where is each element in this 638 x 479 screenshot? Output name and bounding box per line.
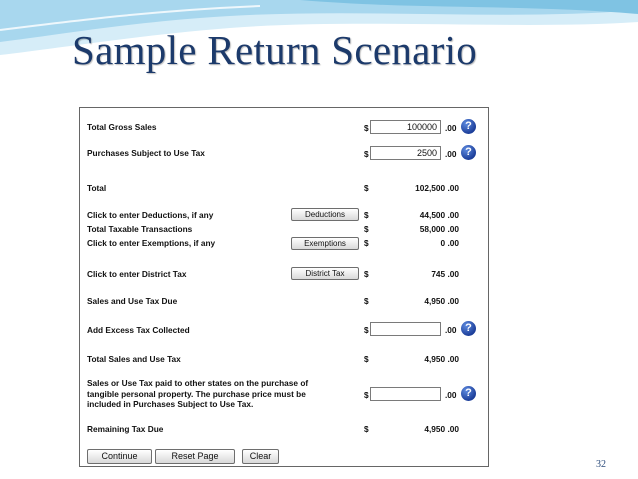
- cents-suffix: .00: [445, 123, 457, 133]
- dollar-sign: $: [364, 123, 369, 133]
- district-tax-amount: 745 .00: [431, 269, 459, 279]
- slide-title: Sample Return Scenario: [72, 27, 478, 73]
- help-icon[interactable]: ?: [461, 119, 476, 134]
- other-states-tax-input[interactable]: [370, 387, 441, 401]
- district-tax-button[interactable]: District Tax: [291, 267, 359, 280]
- sales-use-tax-due-amount: 4,950 .00: [424, 296, 459, 306]
- deductions-button[interactable]: Deductions: [291, 208, 359, 221]
- dollar-sign: $: [364, 183, 369, 193]
- taxable-transactions-label: Total Taxable Transactions: [87, 224, 193, 234]
- dollar-sign: $: [364, 269, 369, 279]
- total-sales-use-tax-amount: 4,950 .00: [424, 354, 459, 364]
- cents-suffix: .00: [445, 390, 457, 400]
- total-sales-use-tax-label: Total Sales and Use Tax: [87, 354, 181, 364]
- remaining-tax-due-amount: 4,950 .00: [424, 424, 459, 434]
- purchases-use-tax-input[interactable]: 2500: [370, 146, 441, 160]
- dollar-sign: $: [364, 424, 369, 434]
- total-label: Total: [87, 183, 107, 193]
- total-amount: 102,500 .00: [415, 183, 459, 193]
- purchases-use-tax-label: Purchases Subject to Use Tax: [87, 148, 205, 158]
- excess-tax-input[interactable]: [370, 322, 441, 336]
- dollar-sign: $: [364, 210, 369, 220]
- dollar-sign: $: [364, 296, 369, 306]
- dollar-sign: $: [364, 149, 369, 159]
- taxable-transactions-amount: 58,000 .00: [419, 224, 459, 234]
- reset-page-button[interactable]: Reset Page: [155, 449, 235, 464]
- remaining-tax-due-label: Remaining Tax Due: [87, 424, 164, 434]
- district-tax-label: Click to enter District Tax: [87, 269, 187, 279]
- excess-tax-label: Add Excess Tax Collected: [87, 325, 190, 335]
- slide-number: 32: [596, 459, 606, 470]
- dollar-sign: $: [364, 224, 369, 234]
- sales-use-tax-form: Total Gross Sales $ 100000 .00 ? Purchas…: [79, 107, 489, 467]
- dollar-sign: $: [364, 354, 369, 364]
- help-icon[interactable]: ?: [461, 386, 476, 401]
- gross-sales-input[interactable]: 100000: [370, 120, 441, 134]
- exemptions-amount: 0 .00: [440, 238, 459, 248]
- sales-use-tax-due-label: Sales and Use Tax Due: [87, 296, 178, 306]
- cents-suffix: .00: [445, 325, 457, 335]
- continue-button[interactable]: Continue: [87, 449, 152, 464]
- exemptions-label: Click to enter Exemptions, if any: [87, 238, 216, 248]
- deductions-label: Click to enter Deductions, if any: [87, 210, 214, 220]
- help-icon[interactable]: ?: [461, 145, 476, 160]
- other-states-tax-label: Sales or Use Tax paid to other states on…: [87, 378, 309, 409]
- dollar-sign: $: [364, 238, 369, 248]
- dollar-sign: $: [364, 390, 369, 400]
- help-icon[interactable]: ?: [461, 321, 476, 336]
- gross-sales-label: Total Gross Sales: [87, 122, 157, 132]
- clear-button[interactable]: Clear: [242, 449, 279, 464]
- exemptions-button[interactable]: Exemptions: [291, 237, 359, 250]
- deductions-amount: 44,500 .00: [419, 210, 459, 220]
- dollar-sign: $: [364, 325, 369, 335]
- cents-suffix: .00: [445, 149, 457, 159]
